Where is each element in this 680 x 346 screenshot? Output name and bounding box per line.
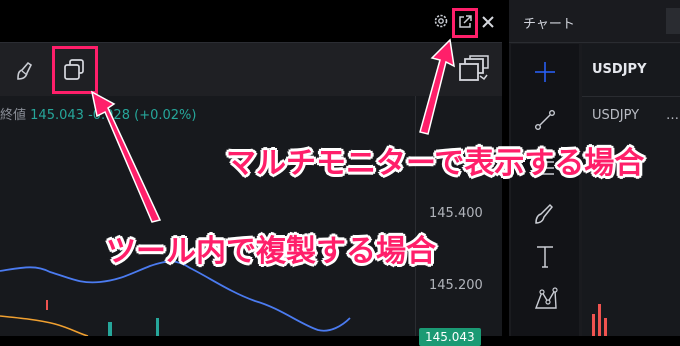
arrow-duplicate [90,90,162,223]
callout-multi-monitor: マルチモニターで表示する場合 [226,146,645,181]
callout-duplicate: ツール内で複製する場合 [106,234,436,269]
arrow-multimonitor [419,38,455,135]
